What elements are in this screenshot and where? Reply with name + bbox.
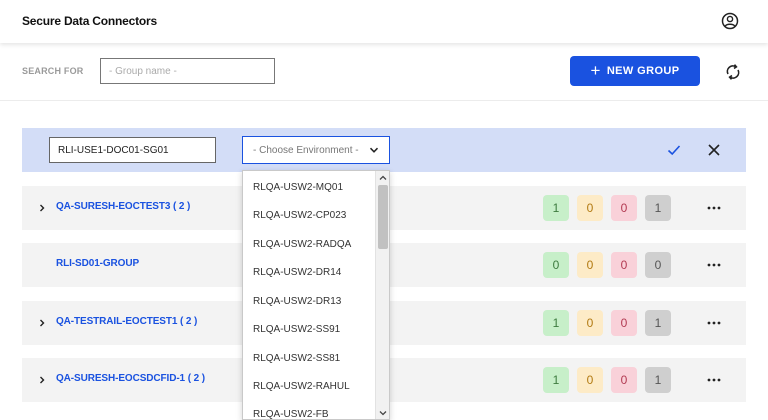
new-group-button[interactable]: + NEW GROUP <box>570 56 700 86</box>
dropdown-option[interactable]: RLQA-USW2-MQ01 <box>253 182 343 193</box>
dropdown-option[interactable]: RLQA-USW2-RAHUL <box>253 381 350 392</box>
status-badge-healthy: 1 <box>543 310 569 336</box>
status-badge-healthy: 1 <box>543 195 569 221</box>
search-label: SEARCH FOR <box>22 66 84 76</box>
group-name-link[interactable]: QA-SURESH-EOCTEST3 ( 2 ) <box>56 201 190 212</box>
dropdown-option[interactable]: RLQA-USW2-DR13 <box>253 296 341 307</box>
status-badge-warning: 0 <box>577 367 603 393</box>
page-title: Secure Data Connectors <box>22 14 157 28</box>
status-badge-warning: 0 <box>577 195 603 221</box>
chevron-down-icon <box>369 147 379 153</box>
chevron-right-icon[interactable] <box>37 318 47 328</box>
new-group-edit-row: - Choose Environment - <box>22 128 746 172</box>
dropdown-scrollbar[interactable] <box>375 171 389 419</box>
group-name-link[interactable]: QA-TESTRAIL-EOCTEST1 ( 2 ) <box>56 316 197 327</box>
status-badges: 1 0 0 1 <box>543 195 671 221</box>
group-name-input[interactable] <box>49 137 216 163</box>
status-badges: 1 0 0 1 <box>543 310 671 336</box>
group-name-link[interactable]: RLI-SD01-GROUP <box>56 258 139 269</box>
more-options-icon[interactable] <box>706 318 722 328</box>
environment-dropdown-list: RLQA-USW2-MQ01 RLQA-USW2-CP023 RLQA-USW2… <box>242 170 390 420</box>
scrollbar-thumb[interactable] <box>378 185 388 249</box>
toolbar: SEARCH FOR + NEW GROUP <box>0 43 768 101</box>
status-badge-offline: 1 <box>645 367 671 393</box>
status-badge-warning: 0 <box>577 252 603 278</box>
dropdown-option[interactable]: RLQA-USW2-DR14 <box>253 267 341 278</box>
environment-select[interactable]: - Choose Environment - <box>242 136 390 164</box>
chevron-right-icon[interactable] <box>37 375 47 385</box>
chevron-right-icon[interactable] <box>37 203 47 213</box>
status-badge-healthy: 1 <box>543 367 569 393</box>
search-input[interactable] <box>100 58 275 84</box>
scroll-up-icon[interactable] <box>379 174 387 182</box>
plus-icon: + <box>590 60 601 80</box>
status-badge-error: 0 <box>611 310 637 336</box>
status-badge-offline: 1 <box>645 310 671 336</box>
new-group-label: NEW GROUP <box>606 65 680 77</box>
more-options-icon[interactable] <box>706 203 722 213</box>
refresh-icon[interactable] <box>724 63 742 81</box>
more-options-icon[interactable] <box>706 260 722 270</box>
dropdown-option[interactable]: RLQA-USW2-SS91 <box>253 324 340 335</box>
user-circle-icon[interactable] <box>721 12 739 30</box>
status-badges: 0 0 0 0 <box>543 252 671 278</box>
scroll-down-icon[interactable] <box>379 409 387 417</box>
status-badge-error: 0 <box>611 367 637 393</box>
dropdown-option[interactable]: RLQA-USW2-FB <box>253 409 329 419</box>
status-badge-error: 0 <box>611 252 637 278</box>
checkmark-icon[interactable] <box>666 142 682 158</box>
dropdown-option[interactable]: RLQA-USW2-SS81 <box>253 353 340 364</box>
status-badge-error: 0 <box>611 195 637 221</box>
status-badges: 1 0 0 1 <box>543 367 671 393</box>
dropdown-option[interactable]: RLQA-USW2-RADQA <box>253 239 351 250</box>
close-icon[interactable] <box>706 142 722 158</box>
dropdown-option[interactable]: RLQA-USW2-CP023 <box>253 210 346 221</box>
environment-select-label: - Choose Environment - <box>253 144 359 156</box>
status-badge-offline: 0 <box>645 252 671 278</box>
status-badge-offline: 1 <box>645 195 671 221</box>
app-header: Secure Data Connectors <box>0 0 768 43</box>
status-badge-warning: 0 <box>577 310 603 336</box>
status-badge-healthy: 0 <box>543 252 569 278</box>
more-options-icon[interactable] <box>706 375 722 385</box>
group-name-link[interactable]: QA-SURESH-EOCSDCFID-1 ( 2 ) <box>56 373 205 384</box>
